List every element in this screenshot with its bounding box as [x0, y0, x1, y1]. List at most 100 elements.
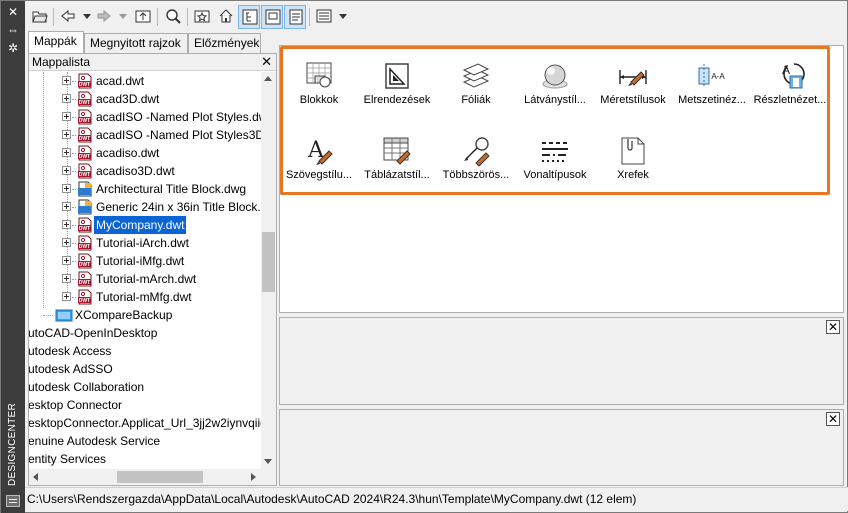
tree-item-label: XCompareBackup [75, 308, 173, 322]
svg-text:A: A [782, 63, 790, 77]
scroll-down-icon[interactable] [264, 459, 272, 464]
palette-menu-icon[interactable] [6, 495, 20, 507]
content-item[interactable]: Látványstíl... [516, 54, 594, 124]
folder-tree: DWT acad.dwt DWT acad3D.dwt DWT acadISO -Name… [29, 72, 261, 469]
description-toggle-button[interactable] [284, 5, 306, 29]
content-item-label: Részletnézet... [753, 94, 827, 106]
folder-item[interactable]: enuine Autodesk Service [29, 432, 261, 450]
tab-open-drawings[interactable]: Megnyitott rajzok [84, 33, 188, 53]
expand-icon[interactable] [62, 256, 71, 265]
folder-item[interactable]: entity Services [29, 450, 261, 468]
favorites-folder-icon [194, 10, 210, 23]
forward-arrow-icon [97, 9, 111, 23]
folder-item[interactable]: utodesk Access [29, 342, 261, 360]
tree-close-icon[interactable]: ✕ [261, 54, 272, 70]
content-item-label: Fóliák [461, 94, 491, 106]
folder-tree-panel: Mappalista ✕ DWT acad.dwt DWT acad3D.dwt DWT… [28, 53, 277, 486]
expand-icon[interactable] [62, 76, 71, 85]
description-close-icon[interactable]: ✕ [826, 412, 840, 426]
up-button[interactable] [132, 5, 154, 29]
template-file-item[interactable]: DWT acadISO -Named Plot Styles.dw [29, 108, 261, 126]
template-file-item[interactable]: DWT acad.dwt [29, 72, 261, 90]
content-item[interactable]: Vonaltípusok [516, 129, 594, 199]
tree-item-label: utoCAD-OpenInDesktop [29, 326, 158, 340]
expand-icon[interactable] [62, 238, 71, 247]
forward-button[interactable] [93, 5, 115, 29]
svg-text:DWT: DWT [79, 100, 90, 106]
scroll-right-icon[interactable] [251, 473, 256, 481]
preview-close-icon[interactable]: ✕ [826, 320, 840, 334]
content-item-label: Szövegstílu... [285, 169, 353, 181]
expand-icon[interactable] [62, 148, 71, 157]
scroll-left-icon[interactable] [33, 473, 38, 481]
content-item[interactable]: A-A Metszetinéz... [673, 54, 751, 124]
content-item[interactable]: A Szövegstílu... [280, 129, 358, 199]
dwt-file-icon: DWT [77, 91, 93, 107]
back-dropdown[interactable] [83, 14, 91, 19]
expand-icon[interactable] [62, 220, 71, 229]
tab-history[interactable]: Előzmények [188, 33, 261, 53]
views-button[interactable] [313, 5, 335, 29]
preview-toggle-button[interactable] [261, 5, 283, 29]
folder-item[interactable]: XCompareBackup [29, 306, 261, 324]
template-file-item[interactable]: DWT acadiso.dwt [29, 144, 261, 162]
autohide-icon[interactable]: ⇔ [5, 23, 21, 37]
tree-vertical-scrollbar[interactable] [261, 72, 276, 469]
expand-icon[interactable] [62, 94, 71, 103]
expand-icon[interactable] [62, 292, 71, 301]
template-file-item[interactable]: Architectural Title Block.dwg [29, 180, 261, 198]
tree-horizontal-thumb[interactable] [117, 471, 203, 483]
content-item[interactable]: A Részletnézet... [751, 54, 829, 124]
folder-item[interactable]: esktop Connector [29, 396, 261, 414]
folder-item[interactable]: esktopConnector.Applicat_Url_3jj2w2iynvq… [29, 414, 261, 432]
template-file-item[interactable]: DWT acad3D.dwt [29, 90, 261, 108]
tree-item-label: MyCompany.dwt [92, 215, 188, 235]
tree-horizontal-scrollbar[interactable] [29, 469, 261, 485]
content-item[interactable]: Táblázatstíl... [358, 129, 436, 199]
svg-text:DWT: DWT [79, 154, 90, 160]
scroll-up-icon[interactable] [264, 76, 272, 81]
template-file-item[interactable]: DWT Tutorial-mArch.dwt [29, 270, 261, 288]
search-button[interactable] [162, 5, 184, 29]
home-icon [219, 9, 233, 23]
tree-guide-line [72, 261, 76, 262]
folder-item[interactable]: utodesk AdSSO [29, 360, 261, 378]
expand-icon[interactable] [62, 166, 71, 175]
search-icon [166, 9, 181, 24]
folder-item[interactable]: utodesk Collaboration [29, 378, 261, 396]
views-dropdown[interactable] [339, 14, 347, 19]
content-item[interactable]: Méretstílusok [594, 54, 672, 124]
svg-text:DWT: DWT [79, 280, 90, 286]
content-item[interactable]: Fóliák [437, 54, 515, 124]
dwt-file-icon: DWT [77, 163, 93, 179]
favorites-button[interactable] [191, 5, 213, 29]
expand-icon[interactable] [62, 184, 71, 193]
content-item[interactable]: Xrefek [594, 129, 672, 199]
forward-dropdown[interactable] [119, 14, 127, 19]
properties-gear-icon[interactable]: ✲ [5, 41, 21, 55]
expand-icon[interactable] [62, 130, 71, 139]
expand-icon[interactable] [62, 112, 71, 121]
load-button[interactable] [29, 5, 51, 29]
tree-vertical-thumb[interactable] [262, 232, 275, 292]
expand-icon[interactable] [62, 202, 71, 211]
template-file-item[interactable]: DWT acadISO -Named Plot Styles3D. [29, 126, 261, 144]
content-item[interactable]: Többszörös... [437, 129, 515, 199]
tab-folders[interactable]: Mappák [28, 31, 84, 53]
template-file-item[interactable]: DWT acadiso3D.dwt [29, 162, 261, 180]
back-button[interactable] [57, 5, 79, 29]
tree-item-label: acadISO -Named Plot Styles3D. [96, 128, 261, 142]
template-file-item[interactable]: DWT Tutorial-iArch.dwt [29, 234, 261, 252]
tree-view-toggle-button[interactable] [238, 5, 260, 29]
expand-icon[interactable] [62, 274, 71, 283]
content-item[interactable]: Elrendezések [358, 54, 436, 124]
template-file-item[interactable]: Generic 24in x 36in Title Block.d [29, 198, 261, 216]
close-icon[interactable]: ✕ [5, 5, 21, 19]
tree-guide-line [72, 171, 76, 172]
content-item[interactable]: Blokkok [280, 54, 358, 124]
folder-item[interactable]: utoCAD-OpenInDesktop [29, 324, 261, 342]
template-file-item[interactable]: DWT MyCompany.dwt [29, 215, 261, 235]
template-file-item[interactable]: DWT Tutorial-iMfg.dwt [29, 252, 261, 270]
template-file-item[interactable]: DWT Tutorial-mMfg.dwt [29, 288, 261, 306]
home-button[interactable] [215, 5, 237, 29]
